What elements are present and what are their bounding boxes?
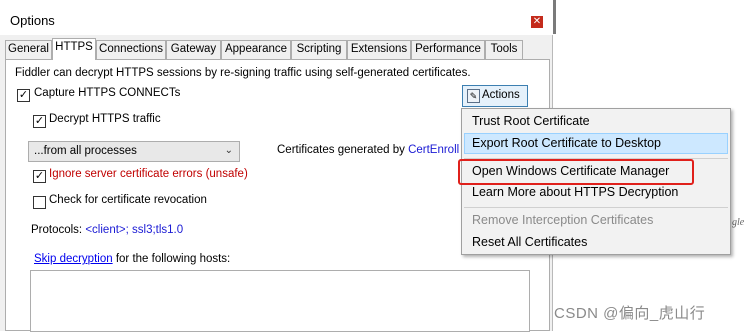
window-title: Options	[10, 13, 55, 28]
close-icon[interactable]: ✕	[531, 16, 543, 28]
tab-scripting[interactable]: Scripting	[291, 40, 347, 59]
menu-item-remove-certs: Remove Interception Certificates	[472, 213, 654, 227]
tab-general[interactable]: General	[5, 40, 52, 59]
background-partial-text: gle	[732, 217, 745, 228]
ignore-errors-label: Ignore server certificate errors (unsafe…	[49, 168, 248, 180]
tab-strip: General HTTPS Connections Gateway Appear…	[5, 38, 550, 60]
decrypt-https-label: Decrypt HTTPS traffic	[49, 113, 161, 125]
decrypt-https-checkbox[interactable]	[33, 115, 46, 128]
ignore-errors-checkbox[interactable]	[33, 170, 46, 183]
protocols-label: Protocols:	[31, 224, 83, 236]
menu-item-reset-certs[interactable]: Reset All Certificates	[464, 232, 728, 253]
tab-performance[interactable]: Performance	[411, 40, 485, 59]
cert-engine-link[interactable]: CertEnroll	[408, 144, 459, 156]
watermark: CSDN @偏向_虎山行	[554, 305, 706, 322]
skip-decryption-row: Skip decryption for the following hosts:	[34, 253, 230, 265]
title-bar[interactable]: Options ✕	[0, 4, 553, 35]
tab-gateway[interactable]: Gateway	[166, 40, 221, 59]
tab-appearance[interactable]: Appearance	[221, 40, 291, 59]
tab-extensions[interactable]: Extensions	[347, 40, 411, 59]
protocols-row: Protocols: <client>; ssl3;tls1.0	[31, 224, 183, 236]
tab-https[interactable]: HTTPS	[52, 38, 96, 60]
capture-https-checkbox[interactable]	[17, 89, 30, 102]
actions-button[interactable]: ✎ Actions	[462, 85, 528, 107]
menu-item-learn-more[interactable]: Learn More about HTTPS Decryption	[464, 182, 728, 203]
capture-https-label: Capture HTTPS CONNECTs	[34, 87, 181, 99]
skip-decryption-link[interactable]: Skip decryption	[34, 253, 113, 265]
check-revocation-checkbox[interactable]	[33, 196, 46, 209]
protocols-link[interactable]: <client>; ssl3;tls1.0	[85, 224, 183, 236]
menu-item-export-root[interactable]: Export Root Certificate to Desktop	[464, 133, 728, 154]
actions-label: Actions	[482, 89, 520, 101]
intro-text: Fiddler can decrypt HTTPS sessions by re…	[15, 67, 471, 79]
chevron-down-icon: ⌄	[224, 145, 233, 156]
check-revocation-label: Check for certificate revocation	[49, 194, 207, 206]
tab-tools[interactable]: Tools	[485, 40, 523, 59]
certs-generated-label: Certificates generated by CertEnroll	[277, 144, 459, 156]
skip-hosts-textarea[interactable]	[30, 270, 530, 332]
menu-divider	[464, 207, 728, 208]
process-filter-dropdown[interactable]: ...from all processes ⌄	[28, 141, 240, 162]
menu-item-trust-root[interactable]: Trust Root Certificate	[464, 111, 728, 132]
certs-generated-prefix: Certificates generated by	[277, 144, 405, 156]
background-divider	[553, 0, 556, 34]
tab-connections[interactable]: Connections	[96, 40, 166, 59]
annotation-highlight-box	[458, 159, 694, 185]
certificate-icon: ✎	[467, 89, 480, 103]
process-filter-value: ...from all processes	[34, 145, 137, 157]
skip-decryption-suffix: for the following hosts:	[115, 253, 231, 265]
